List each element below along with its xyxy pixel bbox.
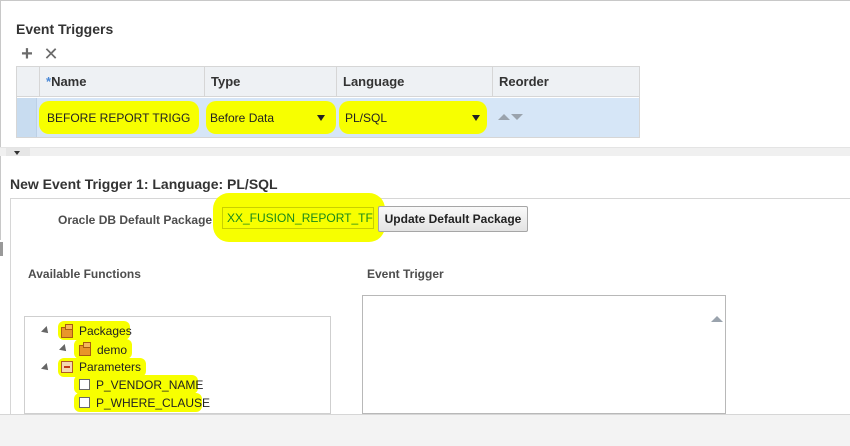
event-triggers-table: *Name Type Language Reorder BEFORE REPOR… bbox=[16, 66, 640, 138]
chevron-down-icon[interactable] bbox=[317, 115, 325, 121]
event-trigger-editor[interactable] bbox=[362, 295, 726, 414]
tree-node-demo[interactable]: demo bbox=[97, 343, 127, 357]
scroll-up-icon[interactable] bbox=[711, 316, 723, 322]
column-header-name[interactable]: *Name bbox=[39, 67, 203, 97]
top-border bbox=[0, 0, 850, 1]
move-up-icon[interactable] bbox=[498, 114, 510, 120]
add-icon[interactable]: + bbox=[17, 44, 37, 64]
table-header: *Name Type Language Reorder bbox=[17, 67, 639, 97]
column-header-name-label: Name bbox=[51, 74, 87, 89]
default-package-label: Oracle DB Default Package bbox=[58, 213, 213, 227]
tree-node-packages[interactable]: Packages bbox=[79, 324, 132, 338]
bottom-bar bbox=[0, 414, 850, 446]
collapse-handle[interactable] bbox=[0, 242, 3, 256]
table-row[interactable]: BEFORE REPORT TRIGG Before Data PL/SQL bbox=[17, 98, 639, 137]
detail-title: New Event Trigger 1: Language: PL/SQL bbox=[10, 176, 278, 192]
column-header-type[interactable]: Type bbox=[204, 67, 335, 97]
move-down-icon[interactable] bbox=[511, 114, 523, 120]
column-header-reorder: Reorder bbox=[492, 67, 639, 97]
tree-node-parameters[interactable]: Parameters bbox=[79, 360, 141, 374]
parameter-icon bbox=[79, 397, 90, 408]
tree-node-p-vendor-name[interactable]: P_VENDOR_NAME bbox=[96, 378, 203, 392]
section-title: Event Triggers bbox=[16, 21, 114, 37]
parameters-icon bbox=[61, 361, 73, 373]
package-icon bbox=[61, 324, 73, 338]
trigger-name-input[interactable]: BEFORE REPORT TRIGG bbox=[47, 111, 193, 125]
available-functions-label: Available Functions bbox=[28, 267, 141, 281]
row-selector[interactable] bbox=[17, 98, 37, 137]
update-default-package-button[interactable]: Update Default Package bbox=[378, 206, 528, 232]
package-icon bbox=[79, 342, 91, 356]
panel-splitter[interactable] bbox=[0, 147, 850, 156]
delete-icon[interactable]: ✕ bbox=[41, 44, 61, 64]
trigger-type-select[interactable]: Before Data bbox=[210, 111, 310, 125]
parameter-icon bbox=[79, 379, 90, 390]
trigger-language-select[interactable]: PL/SQL bbox=[345, 111, 455, 125]
chevron-down-icon[interactable] bbox=[472, 115, 480, 121]
event-trigger-label: Event Trigger bbox=[367, 267, 444, 281]
collapse-arrow-icon[interactable] bbox=[14, 151, 20, 155]
default-package-input[interactable]: XX_FUSION_REPORT_TF bbox=[222, 207, 374, 229]
tree-node-p-where-clause[interactable]: P_WHERE_CLAUSE bbox=[96, 396, 210, 410]
left-border bbox=[0, 0, 1, 240]
column-header-language[interactable]: Language bbox=[336, 67, 491, 97]
